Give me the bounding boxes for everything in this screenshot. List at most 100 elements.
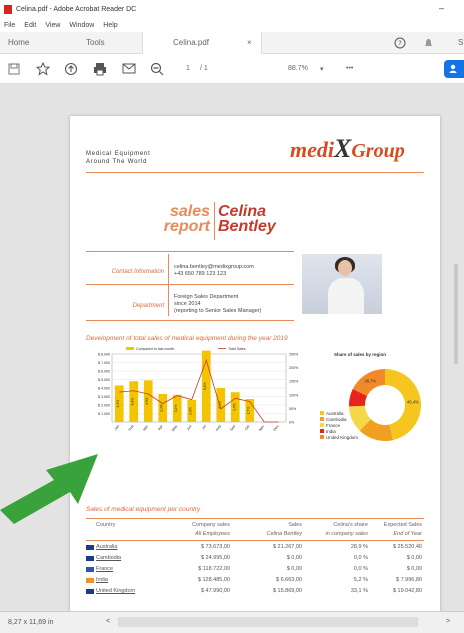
x-tick-label: Nov <box>258 424 265 432</box>
x-tick-label: Jan <box>113 424 120 431</box>
bookmark-star-icon[interactable] <box>36 62 50 76</box>
country-flag-icon <box>86 578 94 583</box>
country-link: Cambodia <box>96 555 122 561</box>
table-cell: 33,1 % <box>350 588 368 594</box>
table-cell: $ 0,00 <box>406 566 422 572</box>
zoom-level-select[interactable]: 88.7% <box>288 65 308 72</box>
mail-icon[interactable] <box>122 63 136 75</box>
bar-data-label: 2,7% <box>247 407 251 415</box>
scroll-left-icon[interactable]: < <box>106 618 110 625</box>
menu-help[interactable]: Help <box>103 22 117 29</box>
y2-tick-label: 150% <box>289 380 299 384</box>
table-cell: 0,0 % <box>353 555 368 561</box>
sales-report-heading: sales report <box>163 203 210 235</box>
tagline-line-2: Around The World <box>86 159 148 165</box>
menu-window[interactable]: Window <box>69 22 94 29</box>
country-link: France <box>96 566 114 572</box>
zoom-out-icon[interactable] <box>150 62 164 76</box>
x-tick-label: Oct <box>244 424 250 431</box>
country-link: India <box>96 577 108 583</box>
table-header-cell: Sales <box>288 522 302 528</box>
title-bar: Celina.pdf - Adobe Acrobat Reader DC – <box>0 0 464 18</box>
table-header-cell: Celina's share <box>333 522 368 528</box>
menu-view[interactable]: View <box>45 22 60 29</box>
table-header-cell: Expected Sales <box>383 522 422 528</box>
country-link: United Kingdom <box>96 588 136 594</box>
page-number-input[interactable]: 1 <box>186 65 190 72</box>
tab-tools[interactable]: Tools <box>86 38 105 47</box>
tab-home[interactable]: Home <box>8 38 29 47</box>
table-header-rule <box>86 540 424 541</box>
zoom-caret-icon[interactable]: ▾ <box>320 65 324 73</box>
y-tick-label: $ 4.000 <box>98 387 110 391</box>
country-flag-icon <box>86 567 94 572</box>
scrollbar[interactable] <box>452 264 460 364</box>
bell-icon[interactable] <box>424 38 433 48</box>
x-tick-label: Aug <box>215 424 222 432</box>
employee-name-heading: Celina Bentley <box>218 203 276 235</box>
y-tick-label: $ 2.000 <box>98 404 110 408</box>
sign-in-fragment[interactable]: S <box>458 38 464 47</box>
legend-label: Australia <box>326 411 344 416</box>
scroll-right-icon[interactable]: > <box>446 618 450 625</box>
x-tick-label: Apr <box>157 424 164 432</box>
tagline: Medical Equipment Around The World <box>86 150 151 166</box>
slice-label: 38,7% <box>364 379 376 384</box>
table-cell: $ 47.990,00 <box>200 588 230 594</box>
table-cell: $ 6.663,00 <box>276 577 302 583</box>
legend-swatch <box>320 435 324 439</box>
bar-data-label: 4,3% <box>116 400 120 408</box>
share-user-button[interactable] <box>444 60 464 78</box>
department-label: Department <box>132 303 164 309</box>
table-cell: $ 7.996,80 <box>396 577 422 583</box>
legend-label: Compared to last month <box>136 347 174 351</box>
menu-file[interactable]: File <box>4 22 15 29</box>
minimize-button[interactable]: – <box>439 3 444 13</box>
table-subheader-cell: Celina Bentley <box>266 531 302 537</box>
country-flag-icon <box>86 589 94 594</box>
table-subheader-cell: All Employees <box>195 531 230 537</box>
y-tick-label: $ 7.000 <box>98 361 110 365</box>
y2-tick-label: 50% <box>289 407 297 411</box>
legend-label: Total Sales <box>228 347 246 351</box>
x-tick-label: Jun <box>186 424 193 431</box>
department-rule <box>86 284 294 285</box>
tab-document[interactable]: Celina.pdf × <box>142 32 262 54</box>
svg-text:?: ? <box>398 40 402 48</box>
bar-data-label: 3,3% <box>160 404 164 412</box>
table-cell: $ 21.267,00 <box>272 544 302 550</box>
menu-edit[interactable]: Edit <box>24 22 36 29</box>
bar-data-label: 4,9% <box>145 397 149 405</box>
table-subheader-cell: End of Year <box>393 531 422 537</box>
y2-tick-label: 200% <box>289 366 299 370</box>
slice-label: 46,4% <box>407 399 419 404</box>
bar-data-label: 3,5% <box>232 403 236 411</box>
table-cell: $ 19.042,80 <box>392 588 422 594</box>
window-title: Celina.pdf - Adobe Acrobat Reader DC <box>16 5 137 13</box>
help-icon[interactable]: ? <box>394 37 406 49</box>
page-dimensions: 8,27 x 11,69 in <box>8 619 54 626</box>
tab-document-label: Celina.pdf <box>173 38 210 47</box>
contact-label: Contact Information <box>111 269 164 275</box>
more-tools-button[interactable]: ••• <box>346 65 353 72</box>
legend-label: France <box>326 423 341 428</box>
legend-label: India <box>326 429 336 434</box>
table-top-rule <box>86 518 424 519</box>
y-tick-label: $ 5.000 <box>98 378 110 382</box>
page-total: / 1 <box>200 65 208 72</box>
contact-divider <box>168 254 169 316</box>
y-tick-label: $ 1.000 <box>98 412 110 416</box>
save-icon[interactable] <box>8 63 20 75</box>
tab-close-icon[interactable]: × <box>247 38 252 47</box>
legend-swatch <box>320 411 324 415</box>
table-cell: $ 0,00 <box>406 555 422 561</box>
print-icon[interactable] <box>93 62 107 76</box>
table-cell: $ 118.722,00 <box>198 566 230 572</box>
country-flag-icon <box>86 545 94 550</box>
table-cell: $ 128.485,00 <box>197 577 230 583</box>
table-subheader-cell: in company sales <box>325 531 369 537</box>
y-tick-label: $ 6.000 <box>98 370 110 374</box>
horizontal-scrollbar[interactable] <box>118 617 418 627</box>
upload-icon[interactable] <box>64 62 78 76</box>
document-viewport[interactable]: Medical Equipment Around The World mediX… <box>0 84 464 616</box>
